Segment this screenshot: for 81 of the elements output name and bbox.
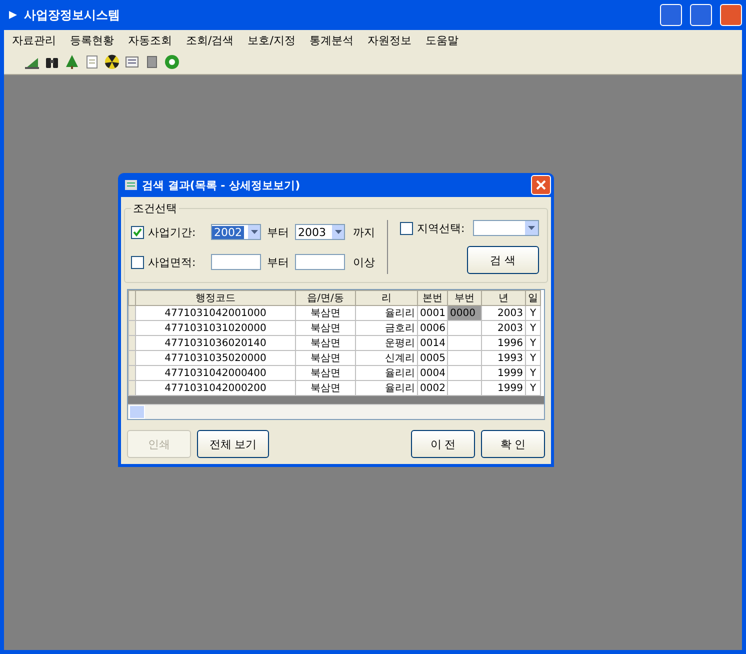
maximize-button[interactable] [690, 4, 712, 26]
menu-item[interactable]: 자동조회 [126, 32, 174, 49]
table-cell: 북삼면 [296, 350, 356, 366]
range-label: 부터 [267, 254, 289, 270]
dialog-title: 검색 결과(목록 - 상세정보보기) [142, 178, 300, 192]
table-cell: 4771031035020000 [136, 350, 296, 366]
checkbox-label: 사업기간: [148, 224, 196, 240]
column-header[interactable]: 리 [356, 290, 418, 306]
table-cell: 북삼면 [296, 336, 356, 350]
horizontal-scrollbar[interactable] [128, 404, 544, 419]
app-icon [8, 10, 18, 20]
menu-item[interactable]: 자원정보 [365, 32, 414, 49]
year-dropdown[interactable]: 2003 [295, 224, 345, 240]
input-field[interactable] [211, 254, 261, 270]
menu-item[interactable]: 보호/지정 [246, 32, 298, 49]
dropdown-arrow-icon [528, 226, 535, 230]
close-button[interactable] [720, 4, 742, 26]
minimize-button[interactable] [660, 4, 682, 26]
menu-item[interactable]: 통계분석 [307, 32, 356, 49]
column-header[interactable]: 년 [482, 290, 526, 306]
menu-item[interactable]: 자료관리 [10, 32, 58, 49]
table-cell: 율리리 [356, 306, 418, 320]
table-cell: 0000 [448, 306, 482, 320]
range-label: 까지 [353, 224, 375, 240]
table-cell: 4771031036020140 [136, 336, 296, 350]
dialog-button[interactable]: 이 전 [411, 430, 475, 458]
table-cell: Y [526, 336, 540, 350]
checkbox[interactable] [400, 222, 413, 234]
menu-item[interactable]: 도움말 [423, 32, 460, 49]
dropdown-arrow-icon [250, 230, 258, 234]
table-cell: 북삼면 [296, 366, 356, 380]
table-cell: 1996 [482, 336, 526, 350]
region-dropdown[interactable] [472, 220, 539, 236]
menu-item[interactable]: 조회/검색 [184, 32, 236, 49]
table-cell: Y [526, 306, 540, 320]
table-cell: 0005 [418, 350, 448, 366]
table-cell: 율리리 [356, 366, 418, 380]
window-title: 사업장정보시스템 [24, 6, 120, 24]
input-field[interactable] [295, 254, 345, 270]
dialog-button[interactable]: 전체 보기 [197, 430, 269, 458]
table-cell: 4771031042001000 [136, 306, 296, 320]
dropdown-arrow-icon [334, 230, 342, 234]
search-button[interactable]: 검 색 [466, 246, 539, 274]
radiation-icon[interactable] [104, 54, 120, 70]
table-cell: Y [526, 366, 540, 380]
checkbox[interactable] [131, 226, 144, 238]
checkbox-label: 사업면적: [148, 254, 196, 270]
table-cell: 0006 [418, 320, 448, 336]
range-label: 이상 [353, 254, 375, 270]
table-cell: 1993 [482, 350, 526, 366]
menu-item[interactable]: 등록현황 [68, 32, 116, 49]
group-label: 조건선택 [132, 201, 178, 216]
checkbox[interactable] [131, 256, 144, 268]
tree-icon[interactable] [64, 54, 80, 70]
table-cell: 4771031042000400 [136, 366, 296, 380]
list-icon[interactable] [124, 54, 140, 70]
column-header[interactable]: 일 [526, 290, 540, 306]
table-cell: 금호리 [356, 320, 418, 336]
table-cell: Y [526, 350, 540, 366]
table-cell: Y [526, 320, 540, 336]
table-cell: 2003 [482, 320, 526, 336]
range-label: 부터 [267, 224, 289, 240]
column-header[interactable]: 행정코드 [136, 290, 296, 306]
dialog-button[interactable]: 확 인 [481, 430, 545, 458]
year-dropdown[interactable]: 2002 [211, 224, 261, 240]
table-cell: 0014 [418, 336, 448, 350]
table-cell: 북삼면 [296, 306, 356, 320]
table-cell: 북삼면 [296, 320, 356, 336]
window-icon [124, 178, 138, 192]
table-cell: 운평리 [356, 336, 418, 350]
close-icon [536, 180, 546, 190]
column-header[interactable]: 부번 [448, 290, 482, 306]
table-cell: 4771031031020000 [136, 320, 296, 336]
table-cell: 1999 [482, 366, 526, 380]
checkbox-label: 지역선택: [417, 220, 465, 236]
table-cell: 신계리 [356, 350, 418, 366]
column-header[interactable]: 본번 [418, 290, 448, 306]
column-header[interactable]: 읍/면/동 [296, 290, 356, 306]
table-cell: 0004 [418, 366, 448, 380]
table-cell: 2003 [482, 306, 526, 320]
close-button[interactable] [531, 175, 551, 195]
